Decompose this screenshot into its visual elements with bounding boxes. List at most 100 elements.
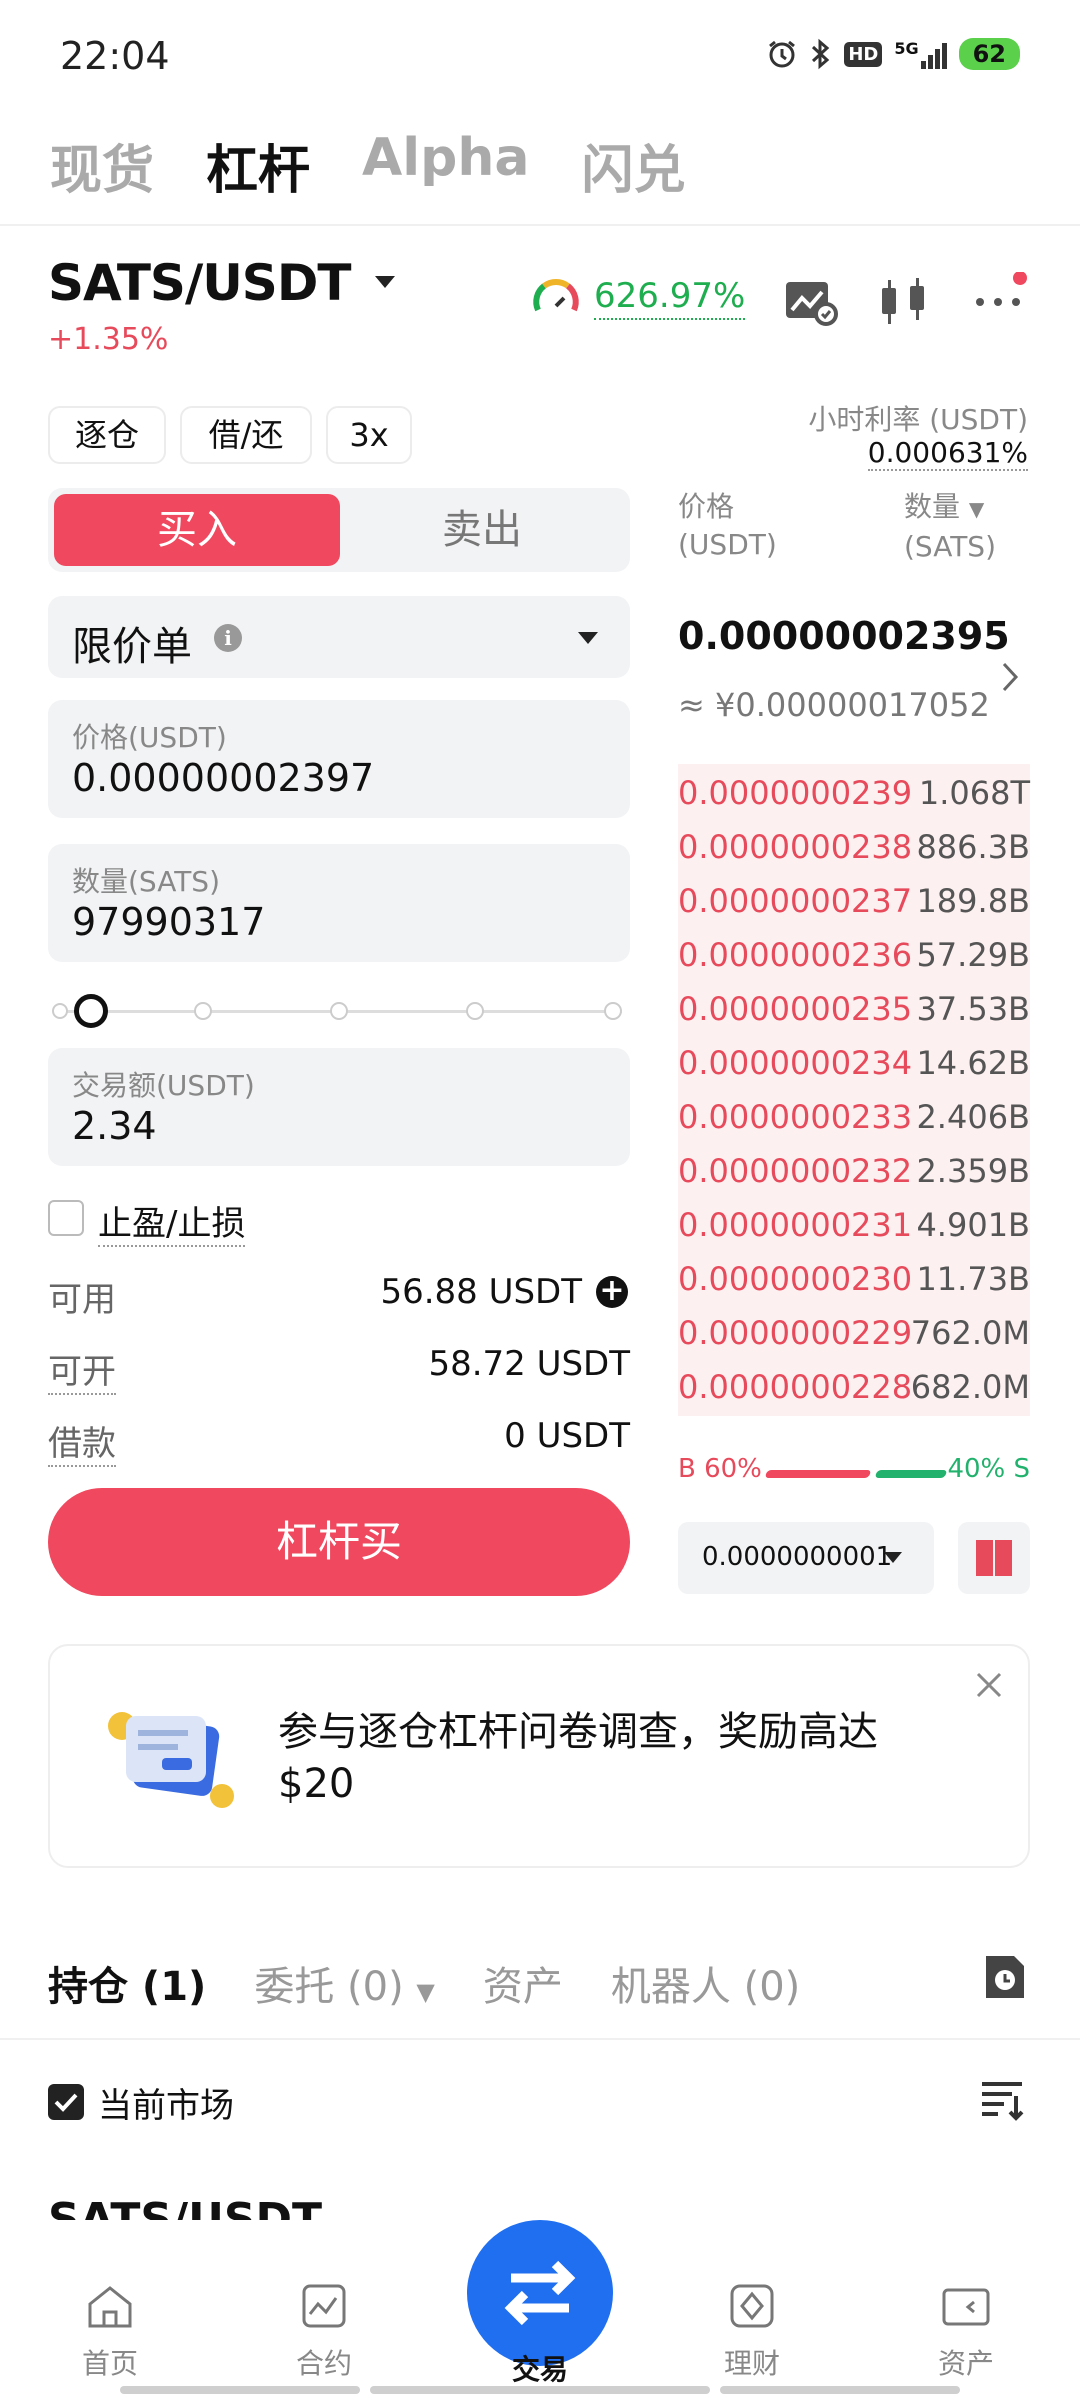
- caret-down-icon: ▼: [416, 1978, 435, 2006]
- isolated-mode-chip[interactable]: 逐仓: [48, 406, 166, 464]
- ask-row[interactable]: 0.0000000235 37.53B: [678, 980, 1030, 1034]
- nav-assets-label: 资产: [937, 2347, 994, 2380]
- chevron-right-icon[interactable]: [1000, 660, 1022, 694]
- ask-row[interactable]: 0.0000000237 189.8B: [678, 872, 1030, 926]
- quantity-input[interactable]: 97990317: [72, 900, 265, 944]
- tab-spot[interactable]: 现货: [50, 128, 154, 203]
- signal-icon: 5G: [894, 39, 947, 69]
- available-value: 56.88 USDT: [380, 1272, 582, 1312]
- caret-down-icon: ▼: [968, 497, 985, 521]
- ob-price-header: 价格 (USDT): [678, 488, 777, 564]
- layout-icon: [976, 1540, 1012, 1576]
- ask-qty: 886.3B: [916, 828, 1030, 866]
- slider-stop-75[interactable]: [466, 1002, 484, 1020]
- status-icons: HD 5G 62: [766, 38, 1020, 70]
- nav-futures[interactable]: 合约: [264, 2280, 384, 2382]
- price-field[interactable]: 价格(USDT) 0.00000002397: [48, 700, 630, 818]
- info-icon[interactable]: i: [214, 624, 242, 652]
- ask-row[interactable]: 0.0000000232 2.359B: [678, 1142, 1030, 1196]
- status-bar: 22:04 HD 5G 62: [0, 0, 1080, 110]
- tpsl-label[interactable]: 止盈/止损: [98, 1196, 246, 1247]
- hourly-rate-label: 小时利率 (USDT): [808, 403, 1028, 436]
- sell-tab[interactable]: 卖出: [340, 494, 624, 566]
- current-market-checkbox[interactable]: [48, 2084, 84, 2120]
- borrow-repay-chip[interactable]: 借/还: [180, 406, 312, 464]
- network-type: 5G: [894, 39, 919, 58]
- slider-stop-0[interactable]: [52, 1003, 68, 1019]
- add-funds-icon[interactable]: +: [596, 1276, 628, 1308]
- more-icon[interactable]: [970, 272, 1030, 332]
- quantity-field[interactable]: 数量(SATS) 97990317: [48, 844, 630, 962]
- ask-qty: 762.0M: [910, 1314, 1030, 1352]
- amount-field[interactable]: 交易额(USDT) 2.34: [48, 1048, 630, 1166]
- ask-row[interactable]: 0.0000000236 57.29B: [678, 926, 1030, 980]
- slider-stop-100[interactable]: [604, 1002, 622, 1020]
- tab-bots[interactable]: 机器人 (0): [611, 1954, 800, 2012]
- slider-stop-25[interactable]: [194, 1002, 212, 1020]
- chart-settings-icon[interactable]: [780, 272, 840, 332]
- margin-buy-button[interactable]: 杠杆买: [48, 1488, 630, 1596]
- layout-toggle[interactable]: [958, 1522, 1030, 1594]
- price-input[interactable]: 0.00000002397: [72, 756, 374, 800]
- depth-select[interactable]: 0.0000000001: [678, 1522, 934, 1594]
- tab-positions[interactable]: 持仓 (1): [48, 1954, 206, 2012]
- tab-convert[interactable]: 闪兑: [581, 128, 685, 203]
- tpsl-checkbox[interactable]: [48, 1200, 84, 1236]
- order-type-select[interactable]: 限价单 i: [48, 596, 630, 678]
- buy-tab[interactable]: 买入: [54, 494, 340, 566]
- hourly-rate-value[interactable]: 0.000631%: [867, 436, 1028, 471]
- ask-row[interactable]: 0.0000000229 762.0M: [678, 1304, 1030, 1358]
- ask-row[interactable]: 0.0000000228 682.0M: [678, 1358, 1030, 1412]
- depth-value: 0.0000000001: [702, 1542, 893, 1572]
- max-open-label[interactable]: 可开: [48, 1344, 116, 1395]
- ask-row[interactable]: 0.0000000234 14.62B: [678, 1034, 1030, 1088]
- finance-icon: [730, 2284, 774, 2328]
- ask-qty: 189.8B: [916, 882, 1030, 920]
- leverage-chip[interactable]: 3x: [326, 406, 412, 464]
- ask-row[interactable]: 0.0000000239 1.068T: [678, 764, 1030, 818]
- candlestick-icon[interactable]: [876, 272, 936, 332]
- nav-assets[interactable]: 资产: [906, 2280, 1026, 2382]
- pair-name: SATS/USDT: [48, 254, 351, 312]
- price-label: 价格(USDT): [72, 721, 227, 754]
- slider-knob[interactable]: [74, 994, 108, 1028]
- reward-card-icon: [108, 1712, 234, 1808]
- current-market-label: 当前市场: [98, 2086, 234, 2126]
- chevron-down-icon: [374, 276, 395, 288]
- tab-orders[interactable]: 委托 (0) ▼: [254, 1954, 435, 2012]
- nav-earn[interactable]: 理财: [692, 2280, 812, 2382]
- survey-banner[interactable]: 参与逐仓杠杆问卷调查，奖励高达 $20: [48, 1644, 1030, 1868]
- ask-row[interactable]: 0.0000000230 11.73B: [678, 1250, 1030, 1304]
- close-icon[interactable]: [974, 1670, 1004, 1700]
- amount-slider[interactable]: [50, 994, 628, 1028]
- ask-price: 0.0000000228: [678, 1368, 913, 1406]
- risk-rate[interactable]: 626.97%: [594, 276, 746, 320]
- pair-change: +1.35%: [48, 322, 169, 357]
- ask-qty: 14.62B: [916, 1044, 1030, 1082]
- ob-qty-header[interactable]: 数量 ▼ (SATS): [904, 488, 1030, 566]
- quantity-label: 数量(SATS): [72, 865, 220, 898]
- last-price: 0.00000002395: [678, 614, 1010, 658]
- ask-row[interactable]: 0.0000000231 4.901B: [678, 1196, 1030, 1250]
- history-icon[interactable]: [982, 1952, 1028, 2002]
- nav-trade[interactable]: [467, 2220, 613, 2366]
- borrowed-label[interactable]: 借款: [48, 1416, 116, 1467]
- nav-home[interactable]: 首页: [50, 2280, 170, 2382]
- ask-price: 0.0000000235: [678, 990, 913, 1028]
- sell-ratio-bar: [874, 1470, 948, 1478]
- sort-icon[interactable]: [980, 2078, 1024, 2122]
- sell-ratio: 40% S: [947, 1454, 1030, 1484]
- home-indicator: [720, 2386, 960, 2394]
- pair-selector[interactable]: SATS/USDT: [48, 254, 395, 312]
- amount-input[interactable]: 2.34: [72, 1104, 157, 1148]
- tab-assets[interactable]: 资产: [483, 1954, 563, 2012]
- tab-alpha[interactable]: Alpha: [362, 128, 529, 203]
- home-icon: [88, 2286, 132, 2328]
- order-type-label: 限价单: [72, 624, 192, 670]
- slider-stop-50[interactable]: [330, 1002, 348, 1020]
- ask-qty: 37.53B: [916, 990, 1030, 1028]
- tab-margin[interactable]: 杠杆: [206, 128, 310, 203]
- ask-row[interactable]: 0.0000000233 2.406B: [678, 1088, 1030, 1142]
- ask-row[interactable]: 0.0000000238 886.3B: [678, 818, 1030, 872]
- swap-icon: [504, 2260, 576, 2326]
